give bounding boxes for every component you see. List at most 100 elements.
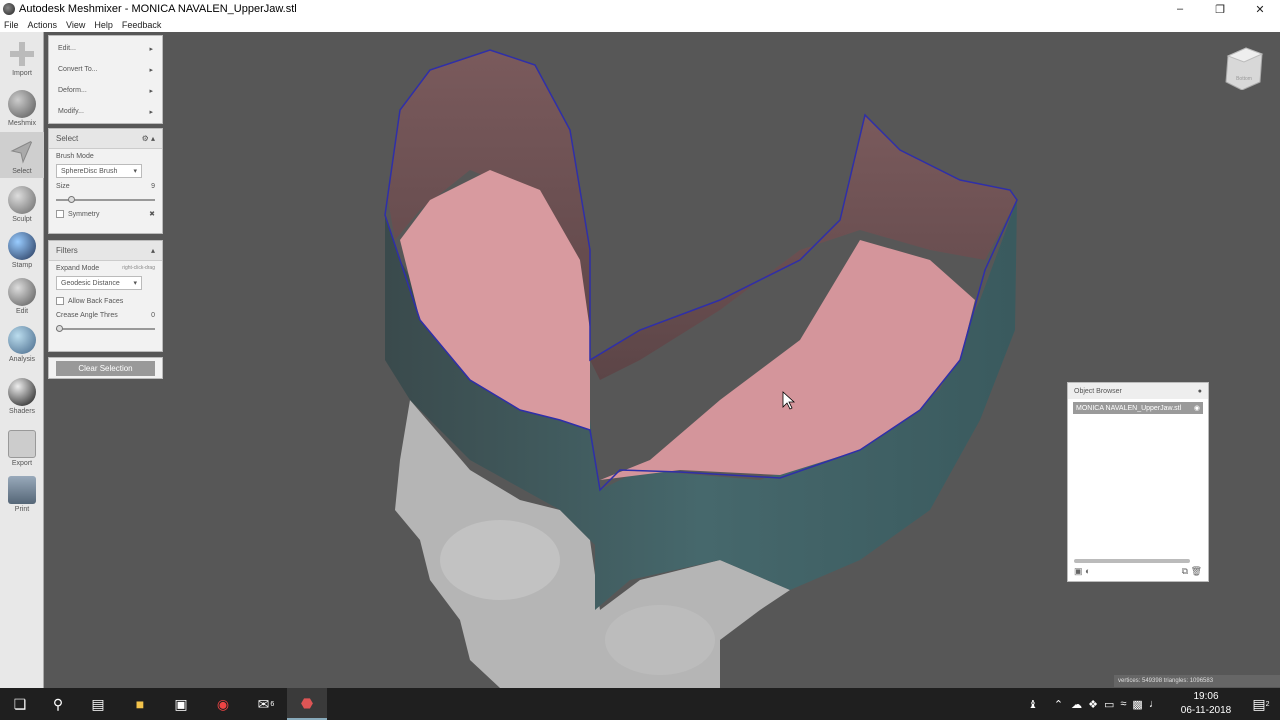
store-button[interactable]: ▣ xyxy=(161,688,201,720)
size-slider-thumb[interactable] xyxy=(68,196,76,203)
select-panel-title: Select xyxy=(56,134,79,143)
mail-button[interactable]: ✉ 6 xyxy=(246,688,286,720)
brush-mode-dropdown[interactable]: SphereDisc Brush ▾ xyxy=(56,164,142,178)
minimize-icon: – xyxy=(1176,3,1184,15)
close-icon[interactable]: ● xyxy=(1198,388,1202,395)
menu-item-deform[interactable]: Deform... ▸ xyxy=(49,80,162,101)
meshmixer-taskbar-button[interactable]: ⬣ xyxy=(287,688,327,720)
tool-sculpt[interactable]: Sculpt xyxy=(0,180,44,226)
tool-import-label: Import xyxy=(12,70,32,77)
title-bar: Autodesk Meshmixer - MONICA NAVALEN_Uppe… xyxy=(0,0,1280,18)
tool-stamp[interactable]: Stamp xyxy=(0,226,44,272)
chrome-button[interactable]: ◉ xyxy=(203,688,243,720)
menu-item-convert-to[interactable]: Convert To... ▸ xyxy=(49,59,162,80)
collapse-icon[interactable]: ▴ xyxy=(151,134,155,143)
symmetry-checkbox[interactable] xyxy=(56,210,64,218)
clear-selection-button[interactable]: Clear Selection xyxy=(56,361,155,376)
select-panel-header[interactable]: Select ⚙ ▴ xyxy=(49,129,162,149)
tool-edit[interactable]: Edit xyxy=(0,272,44,318)
people-icon[interactable]: ♝ xyxy=(1028,698,1038,711)
object-list-item[interactable]: MONICA NAVALEN_UpperJaw.stl ◉ xyxy=(1073,402,1203,414)
wifi-icon[interactable]: ≈ xyxy=(1120,698,1126,710)
object-name: MONICA NAVALEN_UpperJaw.stl xyxy=(1076,404,1182,412)
expand-mode-dropdown[interactable]: Geodesic Distance ▾ xyxy=(56,276,142,290)
tool-print[interactable]: Print xyxy=(0,470,44,516)
viewcube[interactable]: Bottom xyxy=(1224,44,1264,90)
filters-panel-header[interactable]: Filters ▴ xyxy=(49,241,162,261)
tool-import[interactable]: Import xyxy=(0,34,44,80)
search-button[interactable]: ⚲ xyxy=(38,688,78,720)
allow-back-faces-checkbox[interactable] xyxy=(56,297,64,305)
folder-icon: ■ xyxy=(135,696,145,712)
tool-analysis[interactable]: Analysis xyxy=(0,320,44,366)
menu-item-edit[interactable]: Edit... ▸ xyxy=(49,38,162,59)
cube-icon[interactable]: ▣ xyxy=(1074,566,1083,576)
filters-panel-title: Filters xyxy=(56,246,78,255)
menu-item-modify-label: Modify... xyxy=(58,108,84,115)
mail-icon: ✉ xyxy=(257,695,270,712)
menu-item-modify[interactable]: Modify... ▸ xyxy=(49,101,162,122)
clock-time: 19:06 xyxy=(1193,691,1219,702)
tool-export[interactable]: Export xyxy=(0,424,44,470)
tool-stamp-label: Stamp xyxy=(11,262,33,269)
action-center-button[interactable]: ▤ 2 xyxy=(1242,688,1280,720)
visibility-icon[interactable]: ◉ xyxy=(1194,404,1200,412)
close-button[interactable]: ✕ xyxy=(1240,0,1280,18)
duplicate-icon[interactable]: ⧉ xyxy=(1182,566,1188,576)
start-button[interactable]: ❏ xyxy=(0,688,40,720)
notification-icon: ▤ xyxy=(1252,695,1266,712)
size-slider[interactable] xyxy=(56,196,155,203)
system-tray: ♝ ⌃ ☁ ❖ ▭ ≈ ▩ ♩ xyxy=(1028,688,1160,720)
network-icon[interactable]: ▩ xyxy=(1132,698,1142,711)
chevron-right-icon: ▸ xyxy=(149,45,153,53)
trash-icon[interactable]: 🗑 xyxy=(1191,566,1202,576)
crease-angle-slider-thumb[interactable] xyxy=(56,325,63,332)
clock[interactable]: 19:06 06-11-2018 xyxy=(1175,690,1237,718)
crease-angle-slider[interactable] xyxy=(56,325,155,332)
stamp-icon xyxy=(8,232,36,260)
3d-viewport[interactable] xyxy=(0,32,1280,688)
battery-icon[interactable]: ▭ xyxy=(1104,698,1114,711)
task-view-button[interactable]: ▤ xyxy=(78,688,118,720)
collapse-icon[interactable]: ▴ xyxy=(151,246,155,255)
gray-mesh-bump xyxy=(605,605,715,675)
gear-icon[interactable]: ⚙ xyxy=(142,134,149,143)
shaders-icon xyxy=(8,378,36,406)
tool-select[interactable]: Select xyxy=(0,132,44,178)
tool-analysis-label: Analysis xyxy=(8,356,36,363)
menu-help[interactable]: Help xyxy=(90,20,118,30)
gray-mesh-bump xyxy=(440,520,560,600)
tool-sculpt-label: Sculpt xyxy=(12,216,32,223)
tool-meshmix-label: Meshmix xyxy=(7,120,36,127)
chevron-up-icon[interactable]: ⌃ xyxy=(1054,698,1063,711)
restore-button[interactable]: ❐ xyxy=(1200,0,1240,18)
tool-export-label: Export xyxy=(11,460,33,467)
menu-feedback[interactable]: Feedback xyxy=(118,20,167,30)
symmetry-settings-icon[interactable]: ✖ xyxy=(149,210,155,218)
search-icon: ⚲ xyxy=(52,695,64,712)
volume-icon[interactable]: ♩ xyxy=(1149,698,1160,710)
brush-mode-value: SphereDisc Brush xyxy=(61,167,118,175)
window-title: Autodesk Meshmixer - MONICA NAVALEN_Uppe… xyxy=(19,3,297,15)
edit-icon xyxy=(8,278,36,306)
minimize-button[interactable]: – xyxy=(1160,0,1200,18)
jaw-mesh-render[interactable] xyxy=(0,32,1280,688)
lock-icon[interactable]: ◐ xyxy=(1085,566,1090,576)
store-icon: ▣ xyxy=(174,695,188,712)
symmetry-label: Symmetry xyxy=(68,210,100,218)
chevron-down-icon: ▾ xyxy=(133,168,137,175)
dropbox-icon[interactable]: ❖ xyxy=(1088,698,1098,711)
menu-actions[interactable]: Actions xyxy=(24,20,63,30)
chrome-icon: ◉ xyxy=(216,695,230,712)
filters-panel: Filters ▴ Expand Mode right-click-drag Ge… xyxy=(48,240,163,352)
menu-file[interactable]: File xyxy=(0,20,24,30)
export-icon xyxy=(8,430,36,458)
onedrive-icon[interactable]: ☁ xyxy=(1071,698,1082,711)
menu-view[interactable]: View xyxy=(62,20,90,30)
select-arrow-icon xyxy=(10,139,33,164)
horizontal-scrollbar[interactable] xyxy=(1074,559,1190,563)
tool-meshmix[interactable]: Meshmix xyxy=(0,84,44,130)
tool-shaders[interactable]: Shaders xyxy=(0,372,44,418)
file-explorer-button[interactable]: ■ xyxy=(120,688,160,720)
meshmix-icon xyxy=(8,90,36,118)
